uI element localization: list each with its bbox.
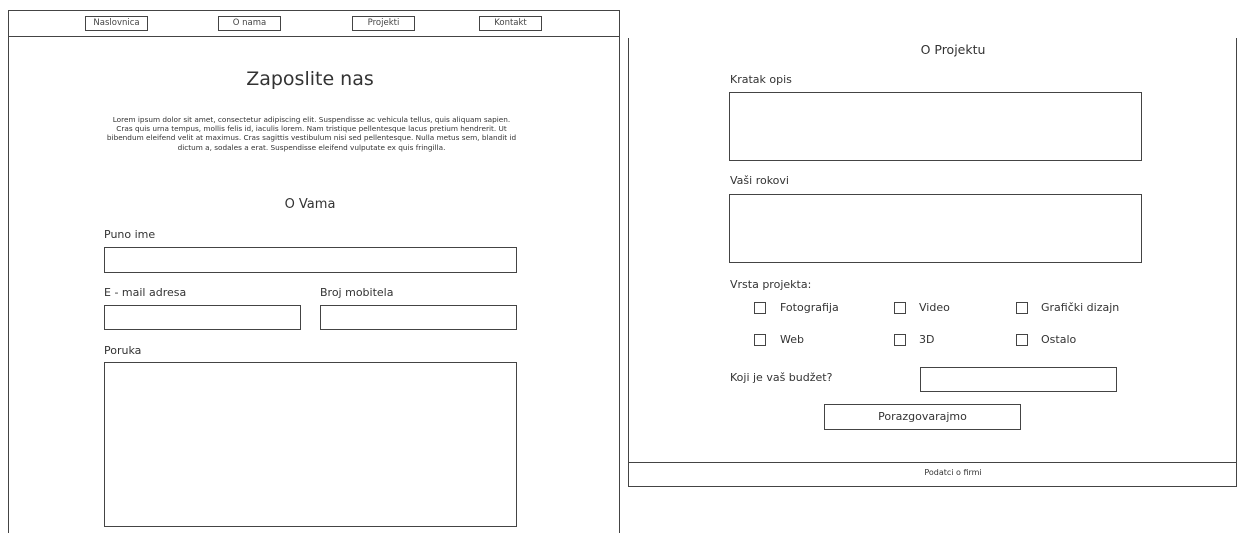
message-label: Poruka	[104, 344, 142, 357]
email-input[interactable]	[104, 305, 301, 330]
checkbox-3d[interactable]	[894, 334, 906, 346]
submit-button[interactable]: Porazgovarajmo	[824, 404, 1021, 430]
checkbox-web[interactable]	[754, 334, 766, 346]
phone-input[interactable]	[320, 305, 517, 330]
message-textarea[interactable]	[104, 362, 517, 527]
checkbox-label-video: Video	[919, 301, 950, 314]
checkbox-label-fotografija: Fotografija	[780, 301, 839, 314]
left-left-border	[8, 10, 9, 533]
nav-item-naslovnica[interactable]: Naslovnica	[85, 16, 148, 31]
section-title-o-vama: O Vama	[284, 197, 336, 212]
checkbox-label-web: Web	[780, 333, 804, 346]
right-right-border	[1236, 38, 1237, 487]
right-left-border	[628, 38, 629, 487]
left-nav-divider	[8, 36, 620, 37]
short-desc-label: Kratak opis	[730, 73, 792, 86]
right-panel: O Projektu Kratak opis Vaši rokovi Vrsta…	[620, 0, 1242, 533]
budget-label: Koji je vaš budžet?	[730, 371, 833, 384]
full-name-input[interactable]	[104, 247, 517, 273]
checkbox-ostalo[interactable]	[1016, 334, 1028, 346]
email-label: E - mail adresa	[104, 286, 187, 299]
checkbox-label-graficki-dizajn: Grafički dizajn	[1041, 301, 1120, 314]
phone-label: Broj mobitela	[320, 286, 394, 299]
short-desc-textarea[interactable]	[729, 92, 1142, 161]
checkbox-label-ostalo: Ostalo	[1041, 333, 1077, 346]
deadlines-label: Vaši rokovi	[730, 174, 789, 187]
checkbox-fotografija[interactable]	[754, 302, 766, 314]
nav-item-kontakt[interactable]: Kontakt	[479, 16, 542, 31]
checkbox-graficki-dizajn[interactable]	[1016, 302, 1028, 314]
footer-bottom-border	[628, 486, 1237, 487]
nav-item-projekti[interactable]: Projekti	[352, 16, 415, 31]
full-name-label: Puno ime	[104, 228, 156, 241]
left-panel: Naslovnica O nama Projekti Kontakt Zapos…	[0, 0, 620, 533]
project-type-label: Vrsta projekta:	[730, 278, 812, 291]
deadlines-textarea[interactable]	[729, 194, 1142, 263]
left-top-border	[8, 10, 620, 11]
footer-top-border	[628, 462, 1237, 463]
page-title: Zaposlite nas	[246, 68, 374, 90]
nav-item-o-nama[interactable]: O nama	[218, 16, 281, 31]
checkbox-label-3d: 3D	[919, 333, 935, 346]
intro-paragraph: Lorem ipsum dolor sit amet, consectetur …	[106, 115, 517, 152]
section-title-o-projektu: O Projektu	[920, 42, 986, 57]
footer-company-info: Podatci o firmi	[924, 468, 982, 477]
checkbox-video[interactable]	[894, 302, 906, 314]
budget-input[interactable]	[920, 367, 1117, 392]
